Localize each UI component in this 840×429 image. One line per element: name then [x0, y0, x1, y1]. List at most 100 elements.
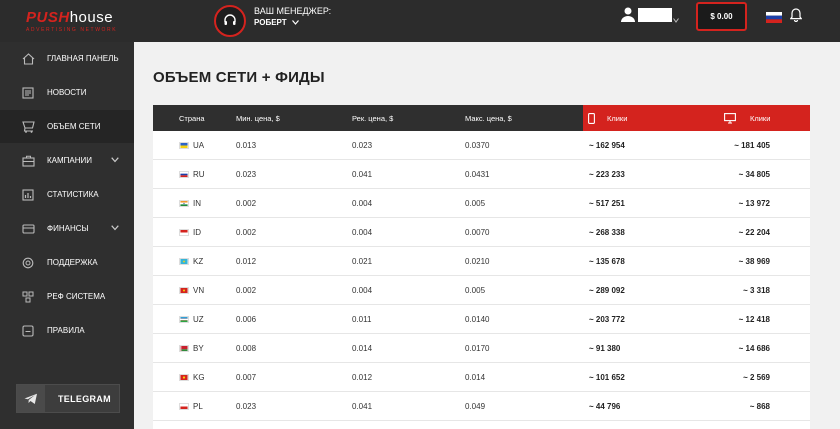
column-header-max-price[interactable]: Макс. цена, $ [465, 105, 512, 131]
flag-by-icon [179, 345, 189, 352]
flag-kg-icon [179, 374, 189, 381]
bell-icon[interactable] [789, 8, 803, 23]
country-cell: VN [179, 276, 204, 305]
table-row: IN 0.002 0.004 0.005 ~ 517 251 ~ 13 972 [153, 189, 810, 218]
country-cell: KZ [179, 247, 203, 276]
country-code: PL [193, 402, 203, 411]
min-price-cell: 0.002 [236, 199, 257, 208]
rec-price-cell: 0.012 [352, 373, 373, 382]
max-price-cell: 0.0370 [465, 141, 490, 150]
flag-in-icon [179, 200, 189, 207]
sidebar-item-referral[interactable]: РЕФ СИСТЕМА [0, 280, 134, 313]
country-code: BY [193, 344, 204, 353]
finance-icon [21, 222, 35, 236]
telegram-button[interactable]: TELEGRAM [16, 384, 120, 413]
max-price-cell: 0.0070 [465, 228, 490, 237]
max-price-cell: 0.049 [465, 402, 486, 411]
logo-text-push: PUSH [26, 9, 70, 26]
rec-price-cell: 0.041 [352, 170, 373, 179]
network-icon [21, 120, 35, 134]
country-code: KG [193, 373, 205, 382]
logo[interactable]: PUSHhouse ADVERTISING NETWORK [26, 9, 126, 35]
mobile-clicks-cell: ~ 44 796 [589, 402, 621, 411]
min-price-cell: 0.002 [236, 286, 257, 295]
rec-price-cell: 0.021 [352, 257, 373, 266]
flag-uz-icon [179, 316, 189, 323]
news-icon [21, 86, 35, 100]
country-code: VN [193, 286, 205, 295]
stats-icon [21, 188, 35, 202]
rec-price-cell: 0.004 [352, 199, 373, 208]
rec-price-cell: 0.004 [352, 228, 373, 237]
country-cell: UA [179, 131, 204, 160]
clicks-header-group: Клики Клики [583, 105, 810, 131]
manager-dropdown[interactable]: РОБЕРТ [254, 18, 299, 27]
rec-price-cell: 0.023 [352, 141, 373, 150]
chevron-down-icon [111, 225, 119, 231]
sidebar-item-label: ФИНАНСЫ [47, 224, 89, 233]
desktop-clicks-cell: ~ 181 405 [734, 141, 770, 150]
mobile-icon [588, 105, 595, 131]
desktop-clicks-cell: ~ 13 972 [738, 199, 770, 208]
chevron-down-icon [111, 157, 119, 163]
max-price-cell: 0.0170 [465, 344, 490, 353]
sidebar-item-label: РЕФ СИСТЕМА [47, 292, 106, 301]
logo-tagline: ADVERTISING NETWORK [26, 27, 118, 33]
page-title: ОБЪЕМ СЕТИ + ФИДЫ [153, 69, 325, 86]
sidebar-item-statistics[interactable]: СТАТИСТИКА [0, 178, 134, 211]
sidebar-item-news[interactable]: НОВОСТИ [0, 76, 134, 109]
country-code: ID [193, 228, 201, 237]
sidebar-item-network-volume[interactable]: ОБЪЕМ СЕТИ [0, 110, 134, 143]
language-flag-ru[interactable] [766, 10, 782, 23]
manager-title: ВАШ МЕНЕДЖЕР: [254, 6, 332, 16]
sidebar-item-label: НОВОСТИ [47, 88, 87, 97]
min-price-cell: 0.023 [236, 402, 257, 411]
page-scrollbar[interactable] [832, 42, 840, 429]
max-price-cell: 0.005 [465, 286, 486, 295]
referral-icon [21, 290, 35, 304]
sidebar-item-support[interactable]: ПОДДЕРЖКА [0, 246, 134, 279]
column-header-mobile-clicks[interactable]: Клики [607, 105, 627, 131]
max-price-cell: 0.0140 [465, 315, 490, 324]
table-row: RU 0.023 0.041 0.0431 ~ 223 233 ~ 34 805 [153, 160, 810, 189]
rules-icon [21, 324, 35, 338]
sidebar-item-label: ПОДДЕРЖКА [47, 258, 98, 267]
chevron-down-icon[interactable] [673, 10, 679, 28]
sidebar-item-rules[interactable]: ПРАВИЛА [0, 314, 134, 347]
country-code: IN [193, 199, 201, 208]
column-header-rec-price[interactable]: Рек. цена, $ [352, 105, 393, 131]
network-volume-table: Страна Мин. цена, $ Рек. цена, $ Макс. ц… [153, 105, 810, 429]
country-cell: PL [179, 392, 203, 421]
mobile-clicks-cell: ~ 203 772 [589, 315, 625, 324]
column-header-desktop-clicks[interactable]: Клики [750, 105, 770, 131]
sidebar-item-dashboard[interactable]: ГЛАВНАЯ ПАНЕЛЬ [0, 42, 134, 75]
table-row: KG 0.007 0.012 0.014 ~ 101 652 ~ 2 569 [153, 363, 810, 392]
mobile-clicks-cell: ~ 268 338 [589, 228, 625, 237]
sidebar-item-label: ПРАВИЛА [47, 326, 85, 335]
max-price-cell: 0.0431 [465, 170, 490, 179]
desktop-clicks-cell: ~ 2 569 [743, 373, 770, 382]
max-price-cell: 0.014 [465, 373, 486, 382]
country-cell: IN [179, 189, 201, 218]
sidebar-item-campaigns[interactable]: КАМПАНИИ [0, 144, 134, 177]
max-price-cell: 0.005 [465, 199, 486, 208]
country-cell: BY [179, 334, 204, 363]
headset-icon[interactable] [214, 5, 246, 37]
user-icon[interactable] [620, 6, 636, 22]
table-header: Страна Мин. цена, $ Рек. цена, $ Макс. ц… [153, 105, 810, 131]
briefcase-icon [21, 154, 35, 168]
desktop-clicks-cell: ~ 34 805 [738, 170, 770, 179]
column-header-min-price[interactable]: Мин. цена, $ [236, 105, 280, 131]
sidebar-item-finance[interactable]: ФИНАНСЫ [0, 212, 134, 245]
country-code: KZ [193, 257, 204, 266]
table-row: KZ 0.012 0.021 0.0210 ~ 135 678 ~ 38 969 [153, 247, 810, 276]
username-field[interactable] [638, 8, 672, 22]
column-header-country[interactable]: Страна [179, 105, 205, 131]
balance-button[interactable]: $ 0.00 [696, 2, 747, 31]
min-price-cell: 0.023 [236, 170, 257, 179]
mobile-clicks-cell: ~ 135 678 [589, 257, 625, 266]
country-code: UZ [193, 315, 204, 324]
desktop-clicks-cell: ~ 868 [749, 402, 770, 411]
table-row: VN 0.002 0.004 0.005 ~ 289 092 ~ 3 318 [153, 276, 810, 305]
sidebar: ГЛАВНАЯ ПАНЕЛЬ НОВОСТИ ОБЪЕМ СЕТИ КАМПАН… [0, 42, 134, 429]
